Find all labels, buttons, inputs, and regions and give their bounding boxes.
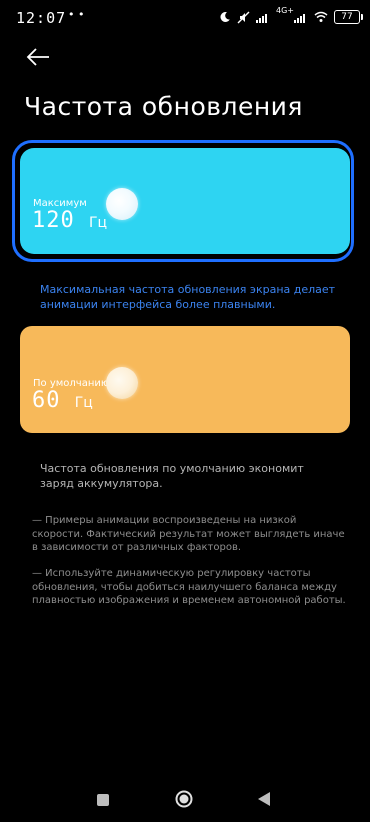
back-button[interactable] bbox=[24, 46, 52, 70]
option-default-number: 60 bbox=[32, 388, 61, 413]
note-animation-speed: — Примеры анимации воспроизведены на низ… bbox=[32, 515, 345, 553]
option-max-description: Максимальная частота обновления экрана д… bbox=[40, 283, 336, 311]
square-icon bbox=[97, 794, 109, 806]
option-card-max[interactable]: Максимум 120 Гц bbox=[20, 148, 350, 254]
page-title: Частота обновления bbox=[24, 92, 303, 121]
navigation-bar bbox=[0, 780, 370, 820]
option-max-value: 120 Гц bbox=[32, 208, 107, 233]
status-bar: 12:07 • • 4G+ 77 bbox=[0, 0, 370, 34]
option-max-number: 120 bbox=[32, 208, 75, 233]
option-default-description: Частота обновления по умолчанию экономит… bbox=[40, 462, 304, 490]
status-notification-dots: • • bbox=[68, 8, 85, 21]
status-icons: 4G+ 77 bbox=[219, 6, 363, 25]
arrow-left-icon bbox=[26, 48, 49, 66]
triangle-icon bbox=[258, 792, 270, 806]
wifi-icon bbox=[314, 11, 328, 22]
home-button[interactable] bbox=[175, 790, 193, 812]
animation-ball-default bbox=[106, 367, 138, 399]
option-card-default[interactable]: По умолчанию 60 Гц bbox=[20, 326, 350, 433]
nav-back-button[interactable] bbox=[257, 791, 271, 811]
circle-icon bbox=[175, 790, 193, 808]
signal-icon-2 bbox=[294, 14, 305, 23]
recent-apps-button[interactable] bbox=[96, 792, 110, 811]
network-type: 4G+ bbox=[276, 6, 294, 15]
moon-icon bbox=[220, 11, 230, 22]
animation-ball bbox=[106, 188, 138, 220]
option-default-unit: Гц bbox=[74, 395, 93, 411]
note-dynamic-refresh: — Используйте динамическую регулировку ч… bbox=[32, 568, 346, 606]
battery-indicator: 77 bbox=[334, 10, 363, 24]
option-max-unit: Гц bbox=[89, 215, 108, 231]
option-default-value: 60 Гц bbox=[32, 388, 93, 413]
mute-icon bbox=[237, 11, 250, 23]
status-time: 12:07 bbox=[16, 9, 67, 27]
signal-icon bbox=[256, 14, 267, 23]
